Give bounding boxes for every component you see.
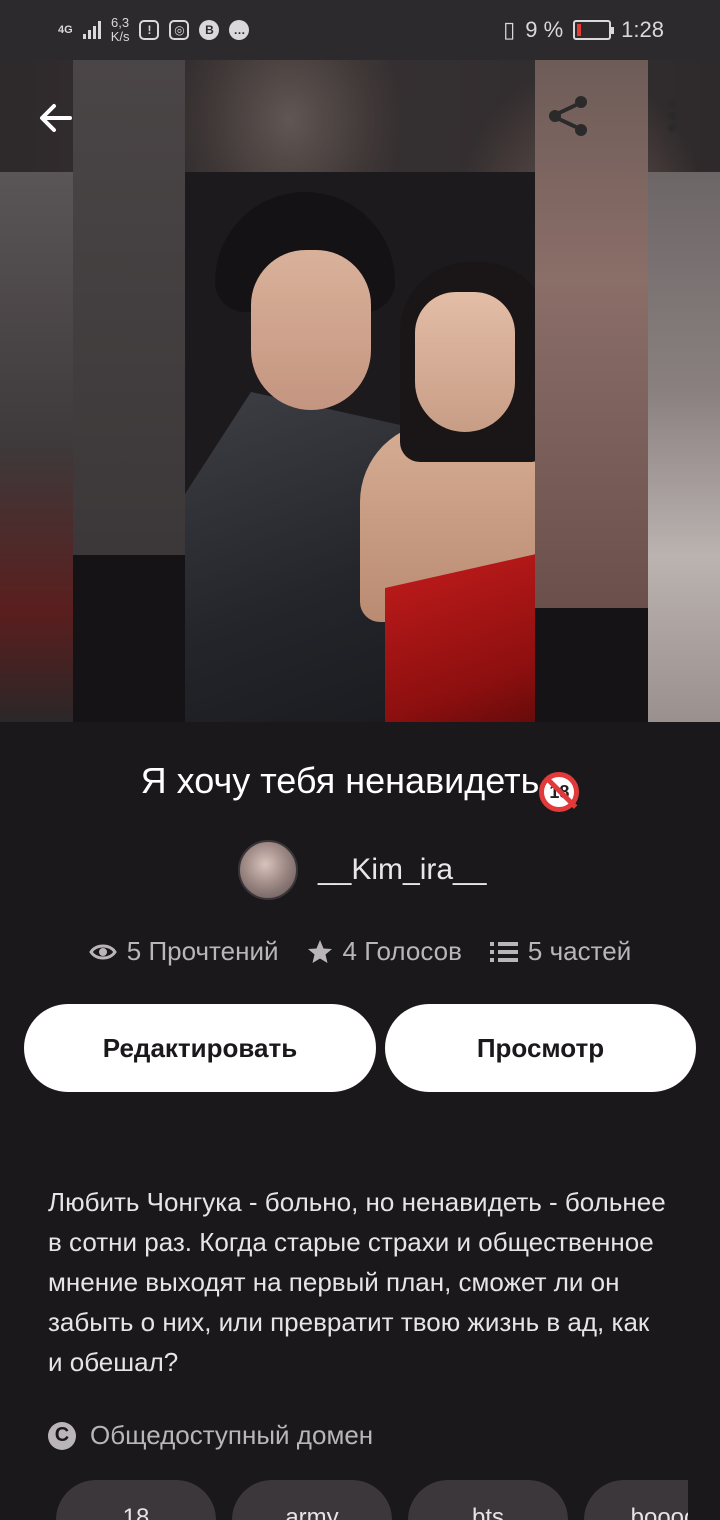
next-cover[interactable] [648,172,720,722]
story-stats: 5 Прочтений 4 Голосов 5 частей [0,936,720,967]
message-icon: … [229,20,250,40]
alert-icon: ! [139,20,160,40]
status-left: 4G 6,3 K/s ! ◎ B … [58,15,250,44]
status-bar: 4G 6,3 K/s ! ◎ B … ▯ 9 % 1:28 [0,0,720,60]
copyright-icon: C [48,1421,76,1450]
share-icon [549,96,587,136]
story-description: Любить Чонгука - больно, но ненавидеть -… [48,1187,666,1377]
author-name[interactable]: __Kim_ira__ [318,853,486,887]
age-18-badge-icon: 18 [539,772,580,812]
battery-percent: 9 % [525,17,564,42]
network-speed: 6,3 K/s [110,15,130,44]
parts-stat: 5 частей [489,936,632,967]
author-row[interactable]: __Kim_ira__ [238,840,486,900]
previous-cover[interactable] [0,172,73,722]
author-avatar[interactable] [238,840,298,900]
votes-stat: 4 Голосов [307,936,462,967]
more-options-button[interactable] [660,96,684,140]
instagram-icon: ◎ [169,20,190,40]
story-cover-image[interactable] [185,172,535,722]
eye-icon [88,944,117,959]
arrow-left-icon [40,104,72,132]
share-button[interactable] [545,92,593,140]
reads-stat: 5 Прочтений [88,936,279,967]
battery-icon [573,20,615,40]
view-button[interactable]: Просмотр [385,1004,696,1092]
list-icon [489,941,518,962]
license-row: C Общедоступный домен [48,1420,373,1451]
vk-icon: B [199,20,220,40]
story-title-text: Я хочу тебя ненавидеть [140,760,540,801]
more-vertical-icon [668,100,676,132]
story-title: Я хочу тебя ненавидеть 18 [0,760,720,812]
tag-chip[interactable]: boooo [584,1480,688,1520]
clock: 1:28 [621,17,664,42]
license-label: Общедоступный домен [90,1420,374,1450]
cover-hero [0,60,720,722]
network-type: 4G [58,23,73,36]
parts-count: 5 частей [527,936,632,966]
vibrate-icon: ▯ [503,17,516,42]
back-button[interactable] [34,96,78,140]
star-icon [307,939,332,963]
signal-icon [82,21,101,39]
tag-chip[interactable]: army [232,1480,392,1520]
status-right: ▯ 9 % 1:28 [503,17,664,43]
reads-count: 5 Прочтений [126,936,279,966]
tag-list: 18 army bts boooo [56,1480,688,1520]
edit-button[interactable]: Редактировать [24,1004,376,1092]
tag-chip[interactable]: bts [408,1480,568,1520]
action-buttons: Редактировать Просмотр [24,1004,696,1092]
votes-count: 4 Голосов [342,936,462,966]
tag-chip[interactable]: 18 [56,1480,216,1520]
